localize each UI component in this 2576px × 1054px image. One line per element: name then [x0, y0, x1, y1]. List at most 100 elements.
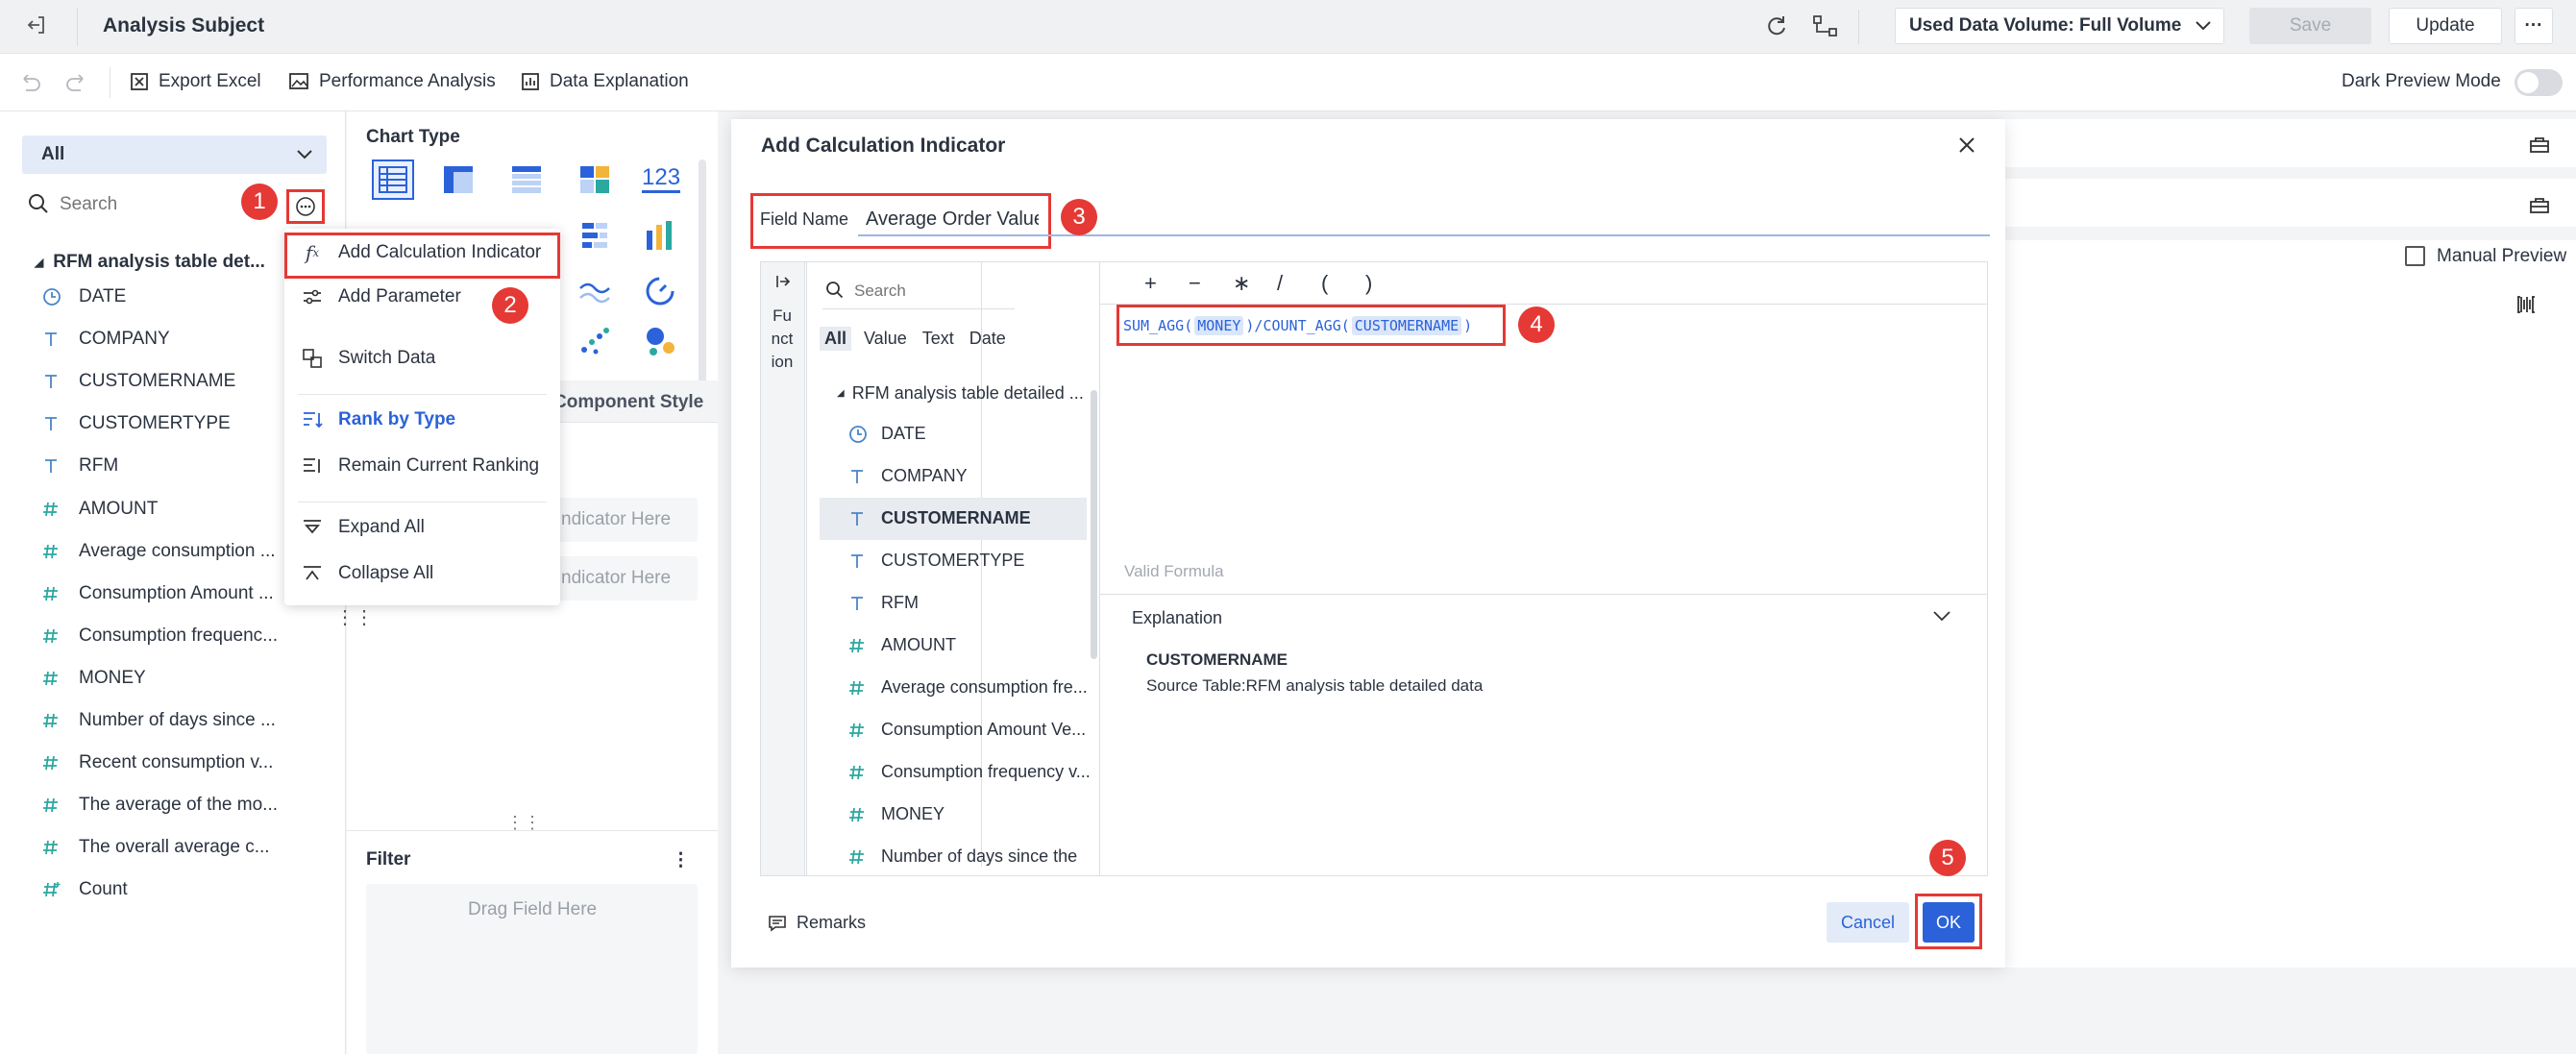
- refresh-icon[interactable]: [1764, 13, 1789, 38]
- dialog-field-item[interactable]: AMOUNT: [848, 635, 956, 655]
- op-multiply[interactable]: ∗: [1233, 271, 1277, 296]
- field-list-item[interactable]: MONEY: [42, 668, 146, 689]
- chart-type-area[interactable]: [577, 271, 613, 307]
- menu-item-expand-all[interactable]: Expand All: [302, 517, 425, 538]
- export-excel-button[interactable]: Export Excel: [130, 71, 261, 92]
- dialog-field-item[interactable]: Consumption frequency v...: [848, 762, 1091, 782]
- menu-item-add-parameter[interactable]: Add Parameter: [302, 286, 461, 307]
- dialog-field-item[interactable]: RFM: [848, 593, 919, 613]
- field-list-item[interactable]: Number of days since ...: [42, 710, 276, 731]
- chevron-down-icon[interactable]: [1932, 609, 1951, 623]
- redo-icon[interactable]: [65, 71, 88, 92]
- chart-type-bubble[interactable]: [642, 323, 678, 359]
- menu-item-switch-data[interactable]: Switch Data: [302, 348, 435, 369]
- field-list-item[interactable]: Average consumption ...: [42, 541, 276, 562]
- data-explanation-button[interactable]: Data Explanation: [521, 71, 689, 92]
- clock-icon: [42, 287, 63, 306]
- dataset-filter-select[interactable]: All: [22, 135, 327, 174]
- dialog-field-item[interactable]: CUSTOMERTYPE: [848, 551, 1024, 571]
- field-label: MONEY: [79, 667, 146, 688]
- chart-type-scatter[interactable]: [577, 323, 613, 359]
- text-icon: [42, 373, 63, 390]
- dialog-tree-root[interactable]: ◢ RFM analysis table detailed ...: [837, 383, 1084, 404]
- field-list-item[interactable]: Consumption frequenc...: [42, 625, 278, 647]
- text-icon: [42, 415, 63, 432]
- chart-type-grouped-table[interactable]: [577, 161, 613, 198]
- dialog-field-item[interactable]: CUSTOMERNAME: [848, 508, 1031, 528]
- tab-all[interactable]: All: [820, 327, 852, 351]
- field-list-item[interactable]: The overall average c...: [42, 837, 270, 858]
- explanation-field: CUSTOMERNAME: [1146, 650, 1288, 669]
- manual-preview-checkbox[interactable]: [2405, 246, 2425, 266]
- dialog-field-label: DATE: [881, 424, 926, 443]
- undo-icon[interactable]: [18, 71, 41, 92]
- update-button[interactable]: Update: [2389, 8, 2502, 44]
- chart-type-cross-table[interactable]: [440, 161, 477, 198]
- dialog-field-item[interactable]: COMPANY: [848, 466, 968, 486]
- dataset-tree-root[interactable]: ◢ RFM analysis table det...: [35, 252, 265, 273]
- function-panel-tab[interactable]: Function: [761, 262, 805, 875]
- field-list-item[interactable]: CUSTOMERTYPE: [42, 413, 231, 434]
- op-open-paren[interactable]: (: [1321, 271, 1365, 296]
- step-badge-2: 2: [492, 287, 528, 324]
- number-icon: [42, 585, 63, 602]
- chart-type-gauge[interactable]: [642, 271, 678, 307]
- more-icon[interactable]: ···: [2515, 8, 2553, 44]
- field-list-item[interactable]: Recent consumption v...: [42, 752, 273, 773]
- close-icon[interactable]: [1956, 135, 1977, 156]
- op-plus[interactable]: +: [1144, 271, 1189, 296]
- dialog-field-item[interactable]: MONEY: [848, 804, 945, 824]
- op-divide[interactable]: /: [1277, 271, 1321, 296]
- op-close-paren[interactable]: ): [1365, 271, 1410, 296]
- tab-date[interactable]: Date: [967, 327, 1009, 351]
- cancel-button[interactable]: Cancel: [1827, 902, 1909, 943]
- lock-icon[interactable]: [2529, 195, 2550, 214]
- ok-button[interactable]: OK: [1923, 902, 1975, 943]
- dialog-field-item[interactable]: Number of days since the: [848, 846, 1077, 867]
- field-list-item[interactable]: COMPANY: [42, 329, 170, 350]
- remarks-button[interactable]: Remarks: [768, 913, 866, 933]
- dark-preview-label: Dark Preview Mode: [2342, 71, 2501, 91]
- exit-icon[interactable]: [25, 13, 48, 37]
- barcode-icon[interactable]: [2515, 294, 2537, 315]
- dialog-field-item[interactable]: Average consumption fre...: [848, 677, 1088, 698]
- field-list-item[interactable]: RFM: [42, 455, 118, 477]
- field-label: Number of days since ...: [79, 710, 276, 730]
- drag-handle-icon[interactable]: ⋮⋮: [335, 605, 374, 629]
- dialog-field-item[interactable]: Consumption Amount Ve...: [848, 720, 1086, 740]
- number-icon: [848, 679, 868, 697]
- lock-icon[interactable]: [2529, 135, 2550, 154]
- field-name-input[interactable]: [866, 206, 1039, 233]
- lineage-icon[interactable]: [1812, 13, 1839, 38]
- field-search-input[interactable]: [60, 192, 252, 217]
- field-list-item[interactable]: AMOUNT: [42, 499, 158, 520]
- dialog-field-search[interactable]: [854, 279, 1008, 304]
- menu-item-add-calculation-indicator[interactable]: fx Add Calculation Indicator: [302, 241, 541, 264]
- chart-type-table[interactable]: [372, 159, 414, 200]
- chart-type-stacked[interactable]: [577, 217, 613, 254]
- chart-type-bar[interactable]: [642, 217, 678, 254]
- tab-text[interactable]: Text: [920, 327, 957, 351]
- filter-more-icon[interactable]: ⋮: [672, 849, 690, 871]
- data-volume-select[interactable]: Used Data Volume: Full Volume: [1895, 8, 2224, 44]
- dark-preview-toggle[interactable]: [2515, 69, 2563, 96]
- field-list-scrollbar[interactable]: [1091, 390, 1097, 659]
- tab-value[interactable]: Value: [861, 327, 910, 351]
- performance-analysis-button[interactable]: Performance Analysis: [288, 71, 496, 92]
- field-list-item[interactable]: The average of the mo...: [42, 795, 278, 816]
- field-list-item[interactable]: CUSTOMERNAME: [42, 371, 235, 392]
- chart-type-detail-table[interactable]: [508, 161, 545, 198]
- component-style-tab[interactable]: Component Style: [553, 392, 703, 413]
- menu-item-rank-by-type[interactable]: Rank by Type: [302, 409, 455, 430]
- field-list-item[interactable]: Count: [42, 879, 128, 900]
- op-minus[interactable]: −: [1189, 271, 1233, 296]
- dialog-field-item[interactable]: DATE: [848, 424, 926, 444]
- more-options-button[interactable]: [286, 189, 325, 224]
- save-button[interactable]: Save: [2249, 8, 2371, 44]
- field-list-item[interactable]: Consumption Amount ...: [42, 583, 274, 604]
- field-list-item[interactable]: DATE: [42, 286, 126, 307]
- chart-type-number[interactable]: 123: [642, 165, 681, 193]
- formula-editor[interactable]: SUM_AGG( MONEY )/COUNT_AGG( CUSTOMERNAME…: [1123, 316, 1472, 335]
- menu-item-collapse-all[interactable]: Collapse All: [302, 563, 433, 584]
- menu-item-remain-current-ranking[interactable]: Remain Current Ranking: [302, 455, 539, 477]
